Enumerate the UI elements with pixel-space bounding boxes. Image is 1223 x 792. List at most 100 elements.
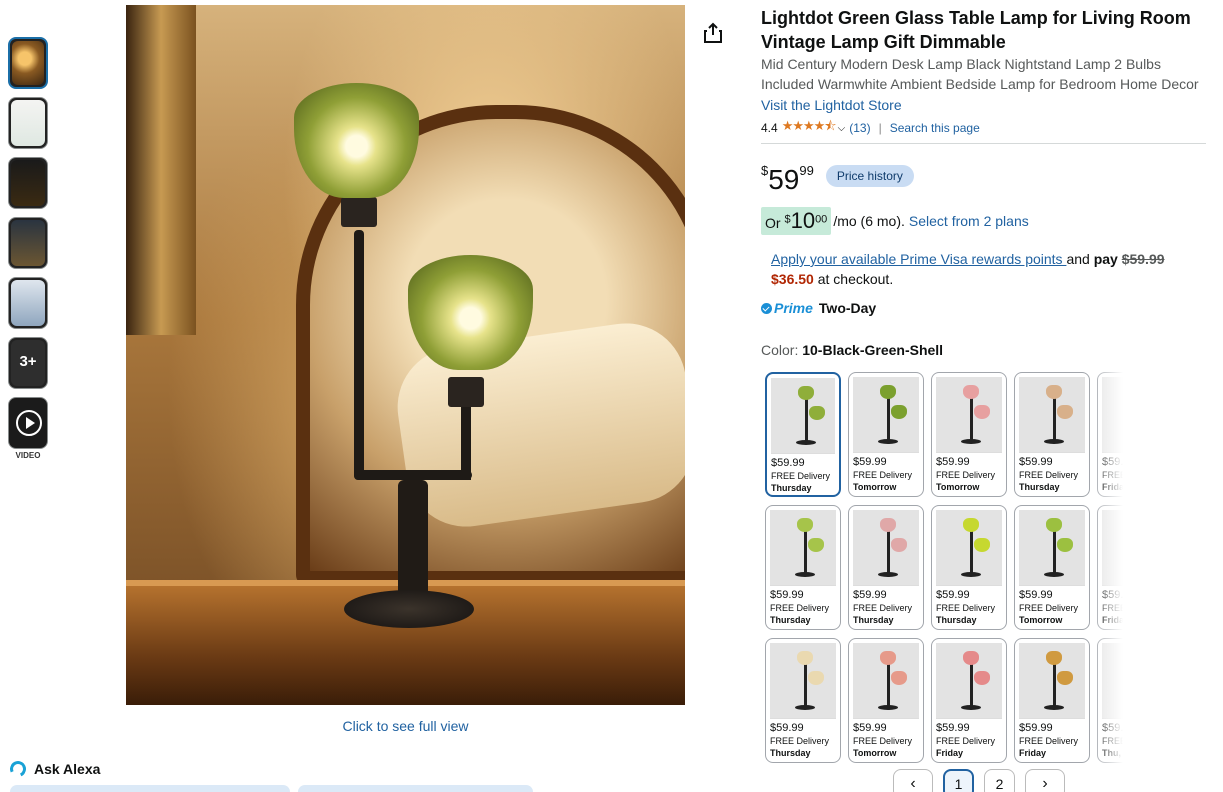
swatch-price: $59.99 [936,589,970,601]
swatch-price: $59.99 [853,589,887,601]
color-swatch[interactable]: $59.99 FREE Delivery Tomorrow [848,638,924,763]
swatch-delivery: FREE Delivery [853,603,913,613]
lamp-shade [294,83,419,198]
color-swatch[interactable]: $59.99 FREE Delivery Thu, S [1097,638,1131,763]
swatch-delivery: FREE Delivery [1102,470,1131,480]
share-icon[interactable] [703,22,723,44]
prime-visa-offer: Apply your available Prime Visa rewards … [771,251,1165,287]
search-page-link[interactable]: Search this page [890,121,980,135]
swatch-image [1019,377,1085,453]
swatch-delivery: FREE Delivery [1102,603,1131,613]
swatch-delivery: FREE Delivery [853,470,913,480]
swatch-image [1102,377,1131,453]
color-swatch[interactable]: $59.99 FREE Delivery Friday [1097,505,1131,630]
color-swatch[interactable]: $59.99 FREE Delivery Tomorrow [848,372,924,497]
swatch-image [1102,643,1131,719]
thumbnail-2[interactable] [8,97,48,149]
swatch-delivery-day: Thursday [770,615,811,625]
page-2-button[interactable]: 2 [984,769,1015,792]
color-swatch[interactable]: $59.99 FREE Delivery Thursday [931,505,1007,630]
swatch-price: $59.99 [770,589,804,601]
thumbnail-4[interactable] [8,217,48,269]
swatch-delivery-day: Thursday [1019,482,1060,492]
chevron-down-icon[interactable]: ⌵ [838,123,846,134]
select-plans-link[interactable]: Select from 2 plans [909,213,1029,229]
swatch-pager: ‹ 1 2 › [893,769,1065,792]
page-1-button[interactable]: 1 [943,769,974,792]
color-swatch[interactable]: $59.99 FREE Delivery Thursday [765,505,841,630]
price-row: $5999 Price history [761,156,1206,195]
monthly-payment-row: Or $1000 /mo (6 mo). Select from 2 plans [761,207,1206,235]
thumbnail-1[interactable] [8,37,48,89]
rating-count[interactable]: (13) [849,121,870,135]
swatch-image [936,643,1002,719]
swatch-delivery-day: Friday [1019,748,1047,758]
old-price: $59.99 [1121,251,1165,267]
swatch-delivery-day: Thursday [771,483,812,493]
more-count: 3+ [19,353,37,370]
swatch-price: $59.99 [1019,722,1053,734]
prev-page-button[interactable]: ‹ [893,769,933,792]
mirror-frame [126,5,196,335]
thumbnail-more[interactable]: 3+ [8,337,48,389]
color-swatch[interactable]: $59.99 FREE Delivery Friday [1097,372,1131,497]
swatch-delivery-day: Thursday [770,748,811,758]
alexa-suggestion[interactable] [10,785,290,792]
swatch-delivery-day: Friday [936,748,964,758]
color-swatch[interactable]: $59.99 FREE Delivery Tomorrow [1014,505,1090,630]
color-swatch[interactable]: $59.99 FREE Delivery Friday [931,638,1007,763]
swatch-delivery: FREE Delivery [936,736,996,746]
color-swatch[interactable]: $59.99 FREE Delivery Tomorrow [931,372,1007,497]
thumbnail-3[interactable] [8,157,48,209]
swatch-price: $59.99 [936,722,970,734]
color-swatch[interactable]: $59.99 FREE Delivery Thursday [765,372,841,497]
swatch-delivery: FREE Delivery [770,603,830,613]
ask-alexa: Ask Alexa [7,758,101,780]
prime-delivery: Prime Two-Day [761,300,1206,316]
swatch-delivery-day: Tomorrow [936,482,980,492]
store-link[interactable]: Visit the Lightdot Store [761,95,1206,115]
prime-check-icon [761,302,772,314]
color-swatches: $59.99 FREE Delivery Thursday $59.99 FREE De… [765,372,1131,764]
full-view-link[interactable]: Click to see full view [126,718,685,734]
color-swatch[interactable]: $59.99 FREE Delivery Friday [1014,638,1090,763]
star-rating-icon[interactable]: ★★★★⯪ [782,117,837,139]
prime-visa-link[interactable]: Apply your available Prime Visa rewards … [771,251,1066,267]
swatch-delivery: FREE Delivery [1019,736,1079,746]
price: $5999 [761,163,814,195]
product-title: Lightdot Green Glass Table Lamp for Livi… [761,8,1191,52]
alexa-suggestion[interactable] [298,785,533,792]
swatch-delivery-day: Friday [1102,615,1130,625]
swatch-price: $59.99 [1102,589,1131,601]
swatch-delivery-day: Tomorrow [853,748,897,758]
main-product-image[interactable] [126,5,685,705]
swatch-delivery: FREE Delivery [770,736,830,746]
swatch-delivery: FREE Delivery [936,470,996,480]
video-label: VIDEO [15,451,41,460]
swatch-delivery-day: Thursday [853,615,894,625]
two-day-label: Two-Day [818,300,877,316]
next-page-button[interactable]: › [1025,769,1065,792]
swatch-image [936,377,1002,453]
thumbnail-video[interactable] [8,397,48,449]
alexa-suggestions [10,785,533,792]
swatch-delivery: FREE Delivery [936,603,996,613]
color-swatch[interactable]: $59.99 FREE Delivery Thursday [848,505,924,630]
thumbnail-5[interactable] [8,277,48,329]
color-swatch[interactable]: $59.99 FREE Delivery Thursday [765,638,841,763]
swatch-delivery: FREE Delivery [853,736,913,746]
swatch-image [770,643,836,719]
swatch-price: $59.99 [771,457,805,469]
swatch-price: $59.99 [1102,456,1131,468]
swatch-price: $59.99 [1102,722,1131,734]
price-history-button[interactable]: Price history [825,164,914,187]
swatch-delivery: FREE Delivery [1102,736,1131,746]
swatch-image [853,510,919,586]
color-selector-label: Color: 10-Black-Green-Shell [761,342,944,358]
swatch-delivery: FREE Delivery [1019,603,1079,613]
swatch-image [770,510,836,586]
ask-alexa-label: Ask Alexa [34,761,101,777]
color-swatch[interactable]: $59.99 FREE Delivery Thursday [1014,372,1090,497]
swatch-price: $59.99 [853,456,887,468]
monthly-term: /mo (6 mo). [833,213,905,229]
